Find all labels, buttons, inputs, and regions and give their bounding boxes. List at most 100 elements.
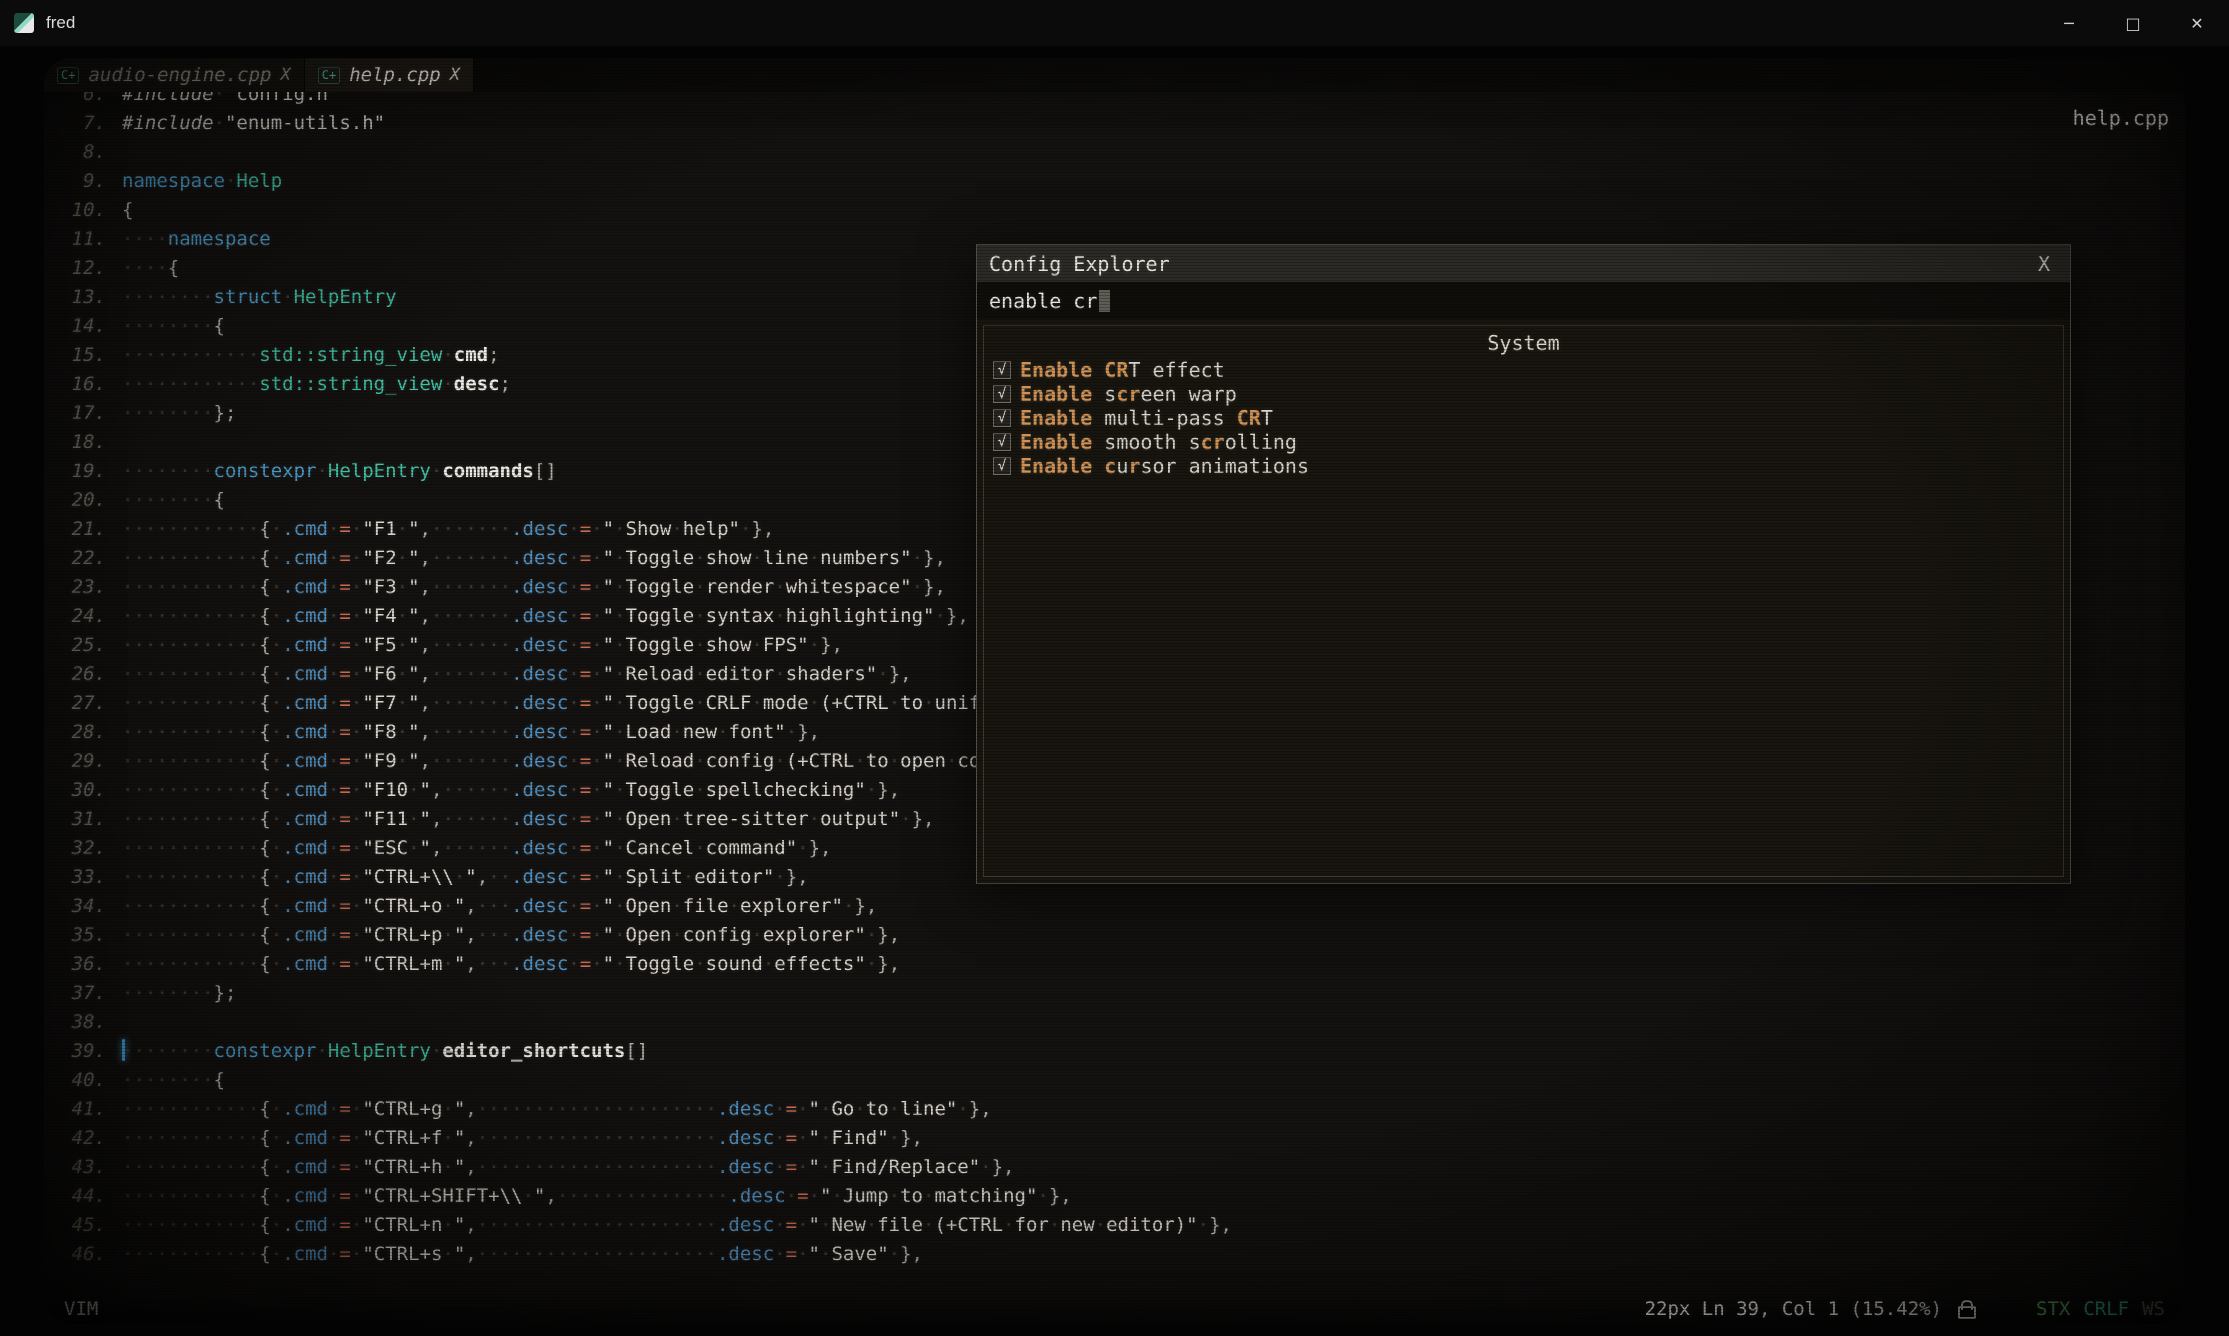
line-number: 7. (44, 109, 122, 138)
code-line[interactable]: 42.············{·.cmd·=·"CTRL+f·",······… (44, 1124, 2185, 1153)
line-number: 43. (44, 1153, 122, 1182)
code-text: ········constexpr·HelpEntry·commands[] (122, 457, 557, 486)
code-line[interactable]: 7.#include·"enum-utils.h" (44, 109, 2185, 138)
os-title-bar: fred ─ □ ✕ (0, 0, 2229, 46)
line-number: 46. (44, 1240, 122, 1269)
input-cursor (1099, 290, 1110, 312)
line-number: 29. (44, 747, 122, 776)
line-number: 21. (44, 515, 122, 544)
config-option-label: Enable CRT effect (1020, 358, 1225, 382)
minimize-button[interactable]: ─ (2037, 0, 2101, 46)
code-text: ············std::string_view·cmd; (122, 341, 500, 370)
line-number: 14. (44, 312, 122, 341)
app-icon (14, 13, 34, 33)
code-text: ········{ (122, 486, 225, 515)
editor-screen: C+audio-engine.cppXC+help.cppX help.cpp … (44, 58, 2185, 1324)
code-text: ············{·.cmd·=·"CTRL+n·",·········… (122, 1211, 1232, 1240)
checkbox-checked-icon[interactable]: √ (993, 409, 1011, 427)
line-number: 28. (44, 718, 122, 747)
tab-bar: C+audio-engine.cppXC+help.cppX (44, 58, 2185, 92)
code-line[interactable]: 45.············{·.cmd·=·"CTRL+n·",······… (44, 1211, 2185, 1240)
code-text: ········struct·HelpEntry (122, 283, 397, 312)
checkbox-checked-icon[interactable]: √ (993, 457, 1011, 475)
config-list: √Enable CRT effect√Enable screen warp√En… (984, 358, 2063, 478)
window-title: fred (46, 13, 75, 33)
config-option[interactable]: √Enable smooth scrolling (984, 430, 2063, 454)
code-line[interactable]: 35.············{·.cmd·=·"CTRL+p·",···.de… (44, 921, 2185, 950)
code-line[interactable]: 34.············{·.cmd·=·"CTRL+o·",···.de… (44, 892, 2185, 921)
tab-audio-engine.cpp[interactable]: C+audio-engine.cppX (44, 58, 305, 92)
line-number: 37. (44, 979, 122, 1008)
line-number: 9. (44, 167, 122, 196)
code-line[interactable]: 10.{ (44, 196, 2185, 225)
line-number: 6. (44, 92, 122, 109)
tab-close-icon[interactable]: X (450, 65, 460, 85)
checkbox-checked-icon[interactable]: √ (993, 385, 1011, 403)
code-text: ············{·.cmd·=·"CTRL+p·",···.desc·… (122, 921, 900, 950)
code-line[interactable]: 44.············{·.cmd·=·"CTRL+SHIFT+\\·"… (44, 1182, 2185, 1211)
config-option-label: Enable cursor animations (1020, 454, 1309, 478)
code-text: ········}; (122, 979, 236, 1008)
code-line[interactable]: 41.············{·.cmd·=·"CTRL+g·",······… (44, 1095, 2185, 1124)
code-text: #include·"enum-utils.h" (122, 109, 385, 138)
config-search-input[interactable]: enable cr (977, 282, 2070, 319)
code-text: ············{·.cmd·=·"CTRL+f·",·········… (122, 1124, 923, 1153)
tab-label: audio-engine.cpp (88, 64, 271, 86)
config-option[interactable]: √Enable multi-pass CRT (984, 406, 2063, 430)
code-text: ············{·.cmd·=·"F7·",·······.desc·… (122, 689, 1049, 718)
status-right: 22px Ln 39, Col 1 (15.42%) STXCRLFWS (1645, 1298, 2165, 1320)
line-number: 10. (44, 196, 122, 225)
config-option-label: Enable screen warp (1020, 382, 1237, 406)
line-number: 11. (44, 225, 122, 254)
code-line[interactable]: 39.········constexpr·HelpEntry·editor_sh… (44, 1037, 2185, 1066)
code-line[interactable]: 46.············{·.cmd·=·"CTRL+s·",······… (44, 1240, 2185, 1269)
maximize-button[interactable]: □ (2101, 0, 2165, 46)
config-option[interactable]: √ Enable screen warp (984, 382, 2063, 406)
config-option[interactable]: √ Enable CRT effect (984, 358, 2063, 382)
mode-indicator: VIM (64, 1298, 98, 1320)
code-text: ············{·.cmd·=·"CTRL+s·",·········… (122, 1240, 923, 1269)
code-line[interactable]: 37.········}; (44, 979, 2185, 1008)
code-line[interactable]: 38. (44, 1008, 2185, 1037)
config-section-header: System (984, 326, 2063, 358)
code-text: ············{·.cmd·=·"F3·",·······.desc·… (122, 573, 946, 602)
line-number: 31. (44, 805, 122, 834)
code-text: ············{·.cmd·=·"F11·",······.desc·… (122, 805, 934, 834)
code-line[interactable]: 43.············{·.cmd·=·"CTRL+h·",······… (44, 1153, 2185, 1182)
code-line[interactable]: 40.········{ (44, 1066, 2185, 1095)
line-number: 20. (44, 486, 122, 515)
tab-label: help.cpp (349, 64, 441, 86)
code-text: ············{·.cmd·=·"CTRL+\\·",··.desc·… (122, 863, 809, 892)
status-flag-ws: WS (2142, 1298, 2165, 1320)
popup-close-button[interactable]: X (2038, 252, 2050, 276)
code-text: ············{·.cmd·=·"F8·",·······.desc·… (122, 718, 820, 747)
code-text: ············{·.cmd·=·"CTRL+h·",·········… (122, 1153, 1015, 1182)
app-window: fred ─ □ ✕ C+audio-engine.cppXC+help.cpp… (0, 0, 2229, 1336)
checkbox-checked-icon[interactable]: √ (993, 433, 1011, 451)
line-number: 39. (44, 1037, 122, 1066)
tab-close-icon[interactable]: X (280, 65, 290, 85)
config-option[interactable]: √ Enable cursor animations (984, 454, 2063, 478)
code-line[interactable]: 36.············{·.cmd·=·"CTRL+m·",···.de… (44, 950, 2185, 979)
window-controls: ─ □ ✕ (2037, 0, 2229, 46)
line-number: 30. (44, 776, 122, 805)
close-button[interactable]: ✕ (2165, 0, 2229, 46)
config-list-panel: System √ Enable CRT effect √ Enable screen … (983, 325, 2064, 877)
line-number: 44. (44, 1182, 122, 1211)
code-text: ············{·.cmd·=·"F1·",·······.desc·… (122, 515, 774, 544)
status-flags: STXCRLFWS (2036, 1298, 2165, 1320)
code-text: ········{ (122, 1066, 225, 1095)
cpp-file-icon: C+ (318, 67, 340, 84)
code-line[interactable]: 8. (44, 138, 2185, 167)
line-number: 8. (44, 138, 122, 167)
line-number: 18. (44, 428, 122, 457)
checkbox-checked-icon[interactable]: √ (993, 361, 1011, 379)
line-number: 22. (44, 544, 122, 573)
code-text: ············{·.cmd·=·"F4·",·······.desc·… (122, 602, 969, 631)
code-text: ············{·.cmd·=·"F6·",·······.desc·… (122, 660, 912, 689)
code-line[interactable]: 6.#include·"config.h" (44, 92, 2185, 109)
line-number: 26. (44, 660, 122, 689)
tab-help.cpp[interactable]: C+ help.cpp X (305, 58, 474, 92)
line-number: 23. (44, 573, 122, 602)
code-line[interactable]: 9.namespace·Help (44, 167, 2185, 196)
